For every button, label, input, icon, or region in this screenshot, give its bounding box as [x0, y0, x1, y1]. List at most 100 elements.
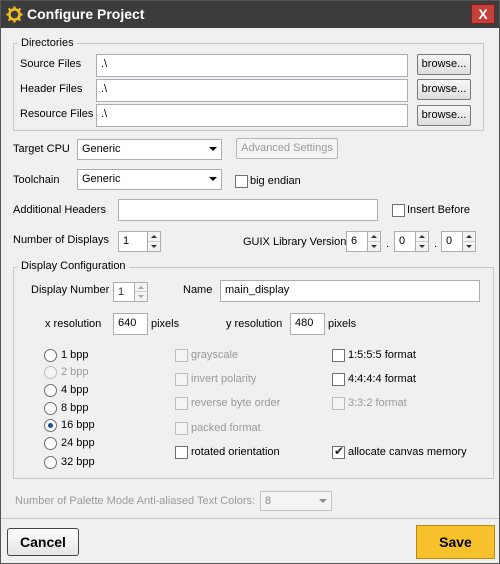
- source-files-browse-button[interactable]: browse...: [417, 54, 471, 75]
- big-endian-checkbox[interactable]: [235, 175, 248, 188]
- chevron-down-icon: [209, 177, 217, 181]
- number-of-displays-label: Number of Displays: [13, 234, 109, 246]
- stepper-up-icon[interactable]: [368, 232, 380, 242]
- display-number-input[interactable]: 1: [113, 282, 135, 302]
- target-cpu-label: Target CPU: [13, 143, 70, 155]
- window-title: Configure Project: [27, 6, 145, 22]
- stepper-down-icon[interactable]: [148, 242, 160, 252]
- guix-version-label: GUIX Library Version: [243, 236, 347, 248]
- toolchain-value: Generic: [82, 173, 121, 185]
- guix-minor-stepper[interactable]: [415, 231, 429, 252]
- target-cpu-value: Generic: [82, 143, 121, 155]
- bpp-24-radio[interactable]: [44, 437, 57, 450]
- toolchain-select[interactable]: Generic: [77, 169, 222, 190]
- bpp-2-label: 2 bpp: [61, 366, 89, 378]
- rotated-orientation-label: rotated orientation: [191, 446, 280, 458]
- display-number-label: Display Number: [31, 284, 110, 296]
- allocate-canvas-memory-checkbox[interactable]: ✔: [332, 444, 345, 459]
- stepper-down-icon[interactable]: [368, 242, 380, 252]
- additional-headers-label: Additional Headers: [13, 204, 106, 216]
- toolchain-label: Toolchain: [13, 174, 60, 186]
- name-label: Name: [183, 284, 213, 296]
- x-resolution-label: x resolution: [45, 318, 102, 330]
- header-files-input[interactable]: .\: [96, 79, 408, 102]
- stepper-up-icon[interactable]: [463, 232, 475, 242]
- bpp-8-label: 8 bpp: [61, 402, 89, 414]
- stepper-down-icon[interactable]: [135, 292, 147, 301]
- target-cpu-select[interactable]: Generic: [77, 139, 222, 160]
- stepper-up-icon[interactable]: [416, 232, 428, 242]
- x-resolution-input[interactable]: 640: [113, 313, 148, 335]
- directories-legend: Directories: [18, 37, 77, 49]
- format-1555-label: 1:5:5:5 format: [348, 349, 416, 361]
- format-332-label: 3:3:2 format: [348, 397, 407, 409]
- stepper-up-icon[interactable]: [135, 283, 147, 292]
- insert-before-checkbox[interactable]: [392, 204, 405, 217]
- format-4444-label: 4:4:4:4 format: [348, 373, 416, 385]
- packed-format-label: packed format: [191, 422, 261, 434]
- insert-before-label: Insert Before: [407, 204, 470, 216]
- palette-colors-select[interactable]: 8: [260, 491, 332, 511]
- guix-major-stepper[interactable]: [367, 231, 381, 252]
- chevron-down-icon: [209, 147, 217, 151]
- grayscale-checkbox[interactable]: [175, 349, 188, 362]
- bpp-1-label: 1 bpp: [61, 349, 89, 361]
- display-configuration-legend: Display Configuration: [18, 260, 129, 272]
- y-resolution-input[interactable]: 480: [290, 313, 325, 335]
- resource-files-input[interactable]: .\: [96, 104, 408, 127]
- bpp-1-radio[interactable]: [44, 349, 57, 362]
- display-number-stepper[interactable]: [134, 282, 148, 302]
- stepper-up-icon[interactable]: [148, 232, 160, 242]
- reverse-byte-order-label: reverse byte order: [191, 397, 281, 409]
- guix-patch-input[interactable]: 0: [441, 231, 463, 252]
- format-332-checkbox[interactable]: [332, 397, 345, 410]
- invert-polarity-checkbox[interactable]: [175, 373, 188, 386]
- bpp-32-radio[interactable]: [44, 456, 57, 469]
- close-button[interactable]: X: [471, 4, 495, 24]
- format-4444-checkbox[interactable]: [332, 373, 345, 386]
- bpp-24-label: 24 bpp: [61, 437, 95, 449]
- bpp-4-label: 4 bpp: [61, 384, 89, 396]
- guix-major-input[interactable]: 6: [346, 231, 368, 252]
- title-bar[interactable]: Configure Project X: [1, 1, 499, 28]
- save-button[interactable]: Save: [416, 525, 495, 559]
- header-files-label: Header Files: [20, 83, 83, 95]
- guix-patch-stepper[interactable]: [462, 231, 476, 252]
- grayscale-label: grayscale: [191, 349, 239, 361]
- guix-minor-input[interactable]: 0: [394, 231, 416, 252]
- packed-format-checkbox[interactable]: [175, 422, 188, 435]
- resource-files-label: Resource Files: [20, 108, 94, 120]
- allocate-canvas-memory-label: allocate canvas memory: [348, 446, 467, 458]
- x-resolution-unit: pixels: [151, 318, 180, 330]
- checkmark-icon: ✔: [334, 444, 345, 458]
- reverse-byte-order-checkbox[interactable]: [175, 397, 188, 410]
- additional-headers-input[interactable]: [118, 199, 378, 221]
- stepper-down-icon[interactable]: [416, 242, 428, 252]
- number-of-displays-input[interactable]: 1: [118, 231, 148, 252]
- rotated-orientation-checkbox[interactable]: [175, 446, 188, 459]
- palette-colors-label: Number of Palette Mode Anti-aliased Text…: [15, 495, 256, 507]
- version-separator: .: [434, 238, 438, 250]
- y-resolution-label: y resolution: [226, 318, 283, 330]
- display-name-input[interactable]: main_display: [220, 280, 480, 302]
- bpp-4-radio[interactable]: [44, 384, 57, 397]
- gear-icon: [6, 6, 23, 23]
- header-files-browse-button[interactable]: browse...: [417, 79, 471, 100]
- bpp-2-radio[interactable]: [44, 366, 57, 379]
- cancel-button[interactable]: Cancel: [7, 528, 79, 556]
- footer-divider: [1, 518, 499, 519]
- source-files-input[interactable]: .\: [96, 54, 408, 77]
- bpp-16-radio[interactable]: [44, 419, 57, 432]
- format-1555-checkbox[interactable]: [332, 349, 345, 362]
- palette-colors-value: 8: [265, 495, 272, 507]
- radio-selected-dot: [48, 423, 53, 428]
- bpp-8-radio[interactable]: [44, 402, 57, 415]
- bpp-16-label: 16 bpp: [61, 419, 95, 431]
- stepper-down-icon[interactable]: [463, 242, 475, 252]
- invert-polarity-label: invert polarity: [191, 373, 257, 385]
- number-of-displays-stepper[interactable]: [147, 231, 161, 252]
- configure-project-dialog: Configure Project X Directories Source F…: [0, 0, 500, 564]
- y-resolution-unit: pixels: [328, 318, 357, 330]
- resource-files-browse-button[interactable]: browse...: [417, 105, 471, 126]
- advanced-settings-button[interactable]: Advanced Settings: [236, 138, 338, 159]
